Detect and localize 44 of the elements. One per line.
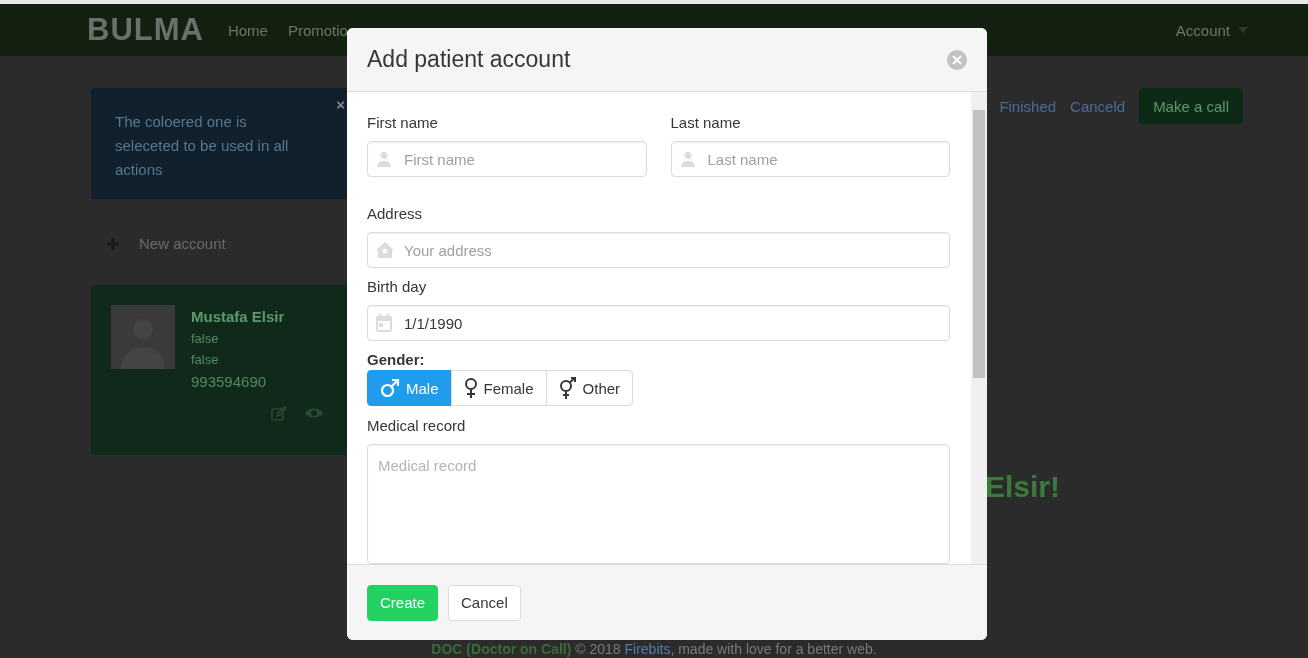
notification-text: The coloered one is seleceted to be used in all actions <box>115 112 290 180</box>
close-button[interactable]: × <box>336 96 345 113</box>
account-phone: 993594690 <box>191 373 267 390</box>
plus-icon <box>107 237 119 250</box>
close-icon <box>952 54 962 65</box>
calendar-icon <box>376 314 392 333</box>
field-label: First name <box>367 114 439 131</box>
user-icon <box>376 151 392 167</box>
gender-option[interactable]: Other <box>545 370 634 407</box>
make-call-button[interactable]: Make a call <box>1139 88 1243 124</box>
textarea-field[interactable]: Medical record <box>367 443 950 564</box>
field-label: Address <box>367 205 424 222</box>
female-symbol-icon <box>463 378 478 399</box>
logo[interactable]: BULMA <box>87 12 204 48</box>
caret-icon <box>1238 27 1248 33</box>
user-icon <box>679 151 696 167</box>
account-detail: false <box>191 331 219 346</box>
edit-icon[interactable] <box>271 406 287 422</box>
greeting-heading: Elsir! <box>985 470 1061 504</box>
home-icon <box>376 242 394 258</box>
cancel-button[interactable]: Cancel <box>448 584 521 621</box>
input-field[interactable]: 1/1/1990 <box>367 305 950 342</box>
gender-option[interactable]: Male <box>367 370 452 407</box>
filter-link[interactable]: Canceld <box>1070 97 1126 115</box>
close-button[interactable] <box>947 49 967 70</box>
scrollbar[interactable] <box>971 92 987 564</box>
create-button[interactable]: Create <box>367 584 439 621</box>
field-label: Last name <box>670 114 742 131</box>
filter-link[interactable]: Finished <box>999 97 1057 115</box>
account-name: Mustafa Elsir <box>191 308 285 325</box>
new-account-link[interactable]: New account <box>107 235 226 252</box>
nav-link[interactable]: Promotio <box>287 21 348 39</box>
eye-icon[interactable] <box>305 406 323 420</box>
modal-title: Add patient account <box>367 46 572 73</box>
account-detail: false <box>191 352 219 367</box>
transgender-symbol-icon <box>558 377 577 400</box>
input-field[interactable]: First name <box>367 141 647 177</box>
account-menu[interactable]: Account <box>1175 21 1248 39</box>
nav-link[interactable]: Home <box>227 21 268 39</box>
input-field[interactable]: Your address <box>367 232 950 268</box>
input-field[interactable]: Last name <box>670 141 950 177</box>
male-symbol-icon <box>380 378 400 399</box>
gender-option[interactable]: Female <box>450 370 547 407</box>
footer-text: DOC (Doctor on Call) © 2018 Firebits, made with love for a better web. <box>430 641 878 657</box>
